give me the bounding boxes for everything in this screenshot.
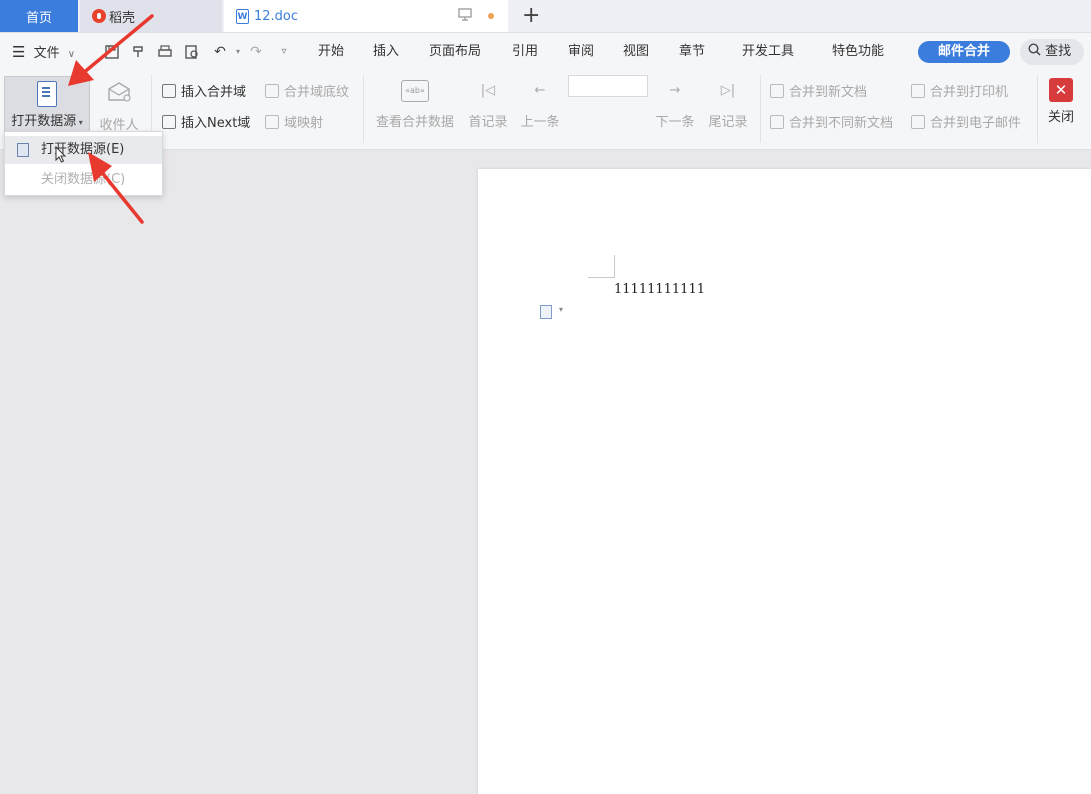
unsaved-dot-icon <box>488 13 494 19</box>
datasource-icon <box>17 143 29 157</box>
datasource-book-icon <box>37 81 57 107</box>
merge-to-new-doc-button[interactable]: 合并到新文档 <box>770 81 867 100</box>
search-icon <box>1028 43 1045 59</box>
title-tab-bar: 首页 稻壳 W 12.doc + <box>0 0 1091 33</box>
redo-icon[interactable]: ↷ <box>248 44 264 60</box>
margin-corner-mark <box>588 255 615 278</box>
annotation-arrow-icon <box>88 152 144 224</box>
shading-icon <box>265 83 279 98</box>
record-number-input[interactable] <box>568 75 648 97</box>
merge-to-printer-label: 合并到打印机 <box>930 85 1009 100</box>
merge-field-shading-label: 合并域底纹 <box>284 85 350 100</box>
paragraph-layout-icon[interactable] <box>540 305 552 319</box>
field-mapping-label: 域映射 <box>284 116 324 131</box>
arrow-right-icon: → <box>669 83 681 98</box>
file-menu-label: 文件 <box>33 46 60 61</box>
search-label: 查找 <box>1045 44 1072 59</box>
customize-toolbar-icon[interactable]: ▿ <box>276 44 292 60</box>
merge-to-new-doc-label: 合并到新文档 <box>789 85 868 100</box>
insert-next-field-button[interactable]: 插入Next域 <box>162 112 250 131</box>
email-icon <box>911 114 925 129</box>
field-mapping-button[interactable]: 域映射 <box>265 112 323 131</box>
prev-record-label: 上一条 <box>520 115 560 130</box>
last-record-button[interactable]: ▷| 尾记录 <box>704 80 752 130</box>
print-preview-icon[interactable] <box>184 44 200 60</box>
view-merged-data-button[interactable]: «ab» 查看合并数据 <box>372 80 458 130</box>
menu-bar: ☰ 文件 ∨ ↶ ▾ ↷ ▿ 开始 插入 页面布局 引用 审阅 视图 章节 开发… <box>0 33 1091 71</box>
ribbon-divider <box>760 75 761 143</box>
monitor-icon[interactable] <box>458 7 472 25</box>
menu-tab-developer[interactable]: 开发工具 <box>742 33 794 71</box>
next-record-button[interactable]: → 下一条 <box>652 80 698 130</box>
open-datasource-label: 打开数据源 ▾ <box>11 114 83 129</box>
first-record-label: 首记录 <box>468 115 508 130</box>
next-record-label: 下一条 <box>655 115 695 130</box>
merge-to-email-label: 合并到电子邮件 <box>930 116 1022 131</box>
menu-tab-review[interactable]: 审阅 <box>568 33 594 71</box>
merge-to-email-button[interactable]: 合并到电子邮件 <box>911 112 1021 131</box>
search-button[interactable]: 查找 <box>1020 39 1084 65</box>
insert-field-icon <box>162 83 176 98</box>
last-record-icon: ▷| <box>720 83 736 98</box>
document-text[interactable]: 11111111111 <box>614 282 705 297</box>
tab-document-label: 12.doc <box>254 8 299 24</box>
menu-tab-mail-merge[interactable]: 邮件合并 <box>918 41 1010 63</box>
close-label: 关闭 <box>1047 110 1074 125</box>
insert-merge-field-label: 插入合并域 <box>181 85 247 100</box>
close-mail-merge-button[interactable]: ✕ 关闭 <box>1046 78 1076 125</box>
hamburger-icon: ☰ <box>12 43 26 61</box>
menu-tab-references[interactable]: 引用 <box>512 33 538 71</box>
chevron-down-icon[interactable]: ▾ <box>559 305 563 314</box>
merge-new-doc-icon <box>770 83 784 98</box>
merge-diff-doc-icon <box>770 114 784 129</box>
last-record-label: 尾记录 <box>708 115 748 130</box>
field-mapping-icon <box>265 114 279 129</box>
merge-to-diff-doc-button[interactable]: 合并到不同新文档 <box>770 112 893 131</box>
mouse-cursor-icon <box>55 145 67 168</box>
document-page[interactable]: 11111111111 ▾ <box>478 169 1091 794</box>
view-merged-data-label: 查看合并数据 <box>375 115 454 130</box>
menu-tab-start[interactable]: 开始 <box>318 33 344 71</box>
insert-next-field-label: 插入Next域 <box>181 116 251 131</box>
arrow-left-icon: ← <box>534 83 546 98</box>
menu-tab-section[interactable]: 章节 <box>679 33 705 71</box>
word-doc-icon: W <box>236 8 249 24</box>
merge-to-printer-button[interactable]: 合并到打印机 <box>911 81 1008 100</box>
menu-tab-insert[interactable]: 插入 <box>373 33 399 71</box>
ribbon-divider <box>1037 75 1038 143</box>
tab-document[interactable]: W 12.doc <box>224 0 508 32</box>
menu-tab-page-layout[interactable]: 页面布局 <box>429 33 481 71</box>
abc-preview-icon: «ab» <box>401 80 429 102</box>
mail-merge-ribbon: 打开数据源 ▾ 收件人 插入合并域 合并域底纹 插入Next域 域映射 «ab»… <box>0 71 1091 150</box>
annotation-arrow-icon <box>68 14 154 86</box>
new-tab-button[interactable]: + <box>522 3 540 29</box>
undo-icon[interactable]: ↶ <box>212 44 228 60</box>
insert-merge-field-button[interactable]: 插入合并域 <box>162 81 246 100</box>
menu-tab-features[interactable]: 特色功能 <box>832 33 884 71</box>
next-field-icon <box>162 114 176 129</box>
close-icon: ✕ <box>1049 78 1073 102</box>
prev-record-button[interactable]: ← 上一条 <box>517 80 563 130</box>
menu-tab-view[interactable]: 视图 <box>623 33 649 71</box>
ribbon-divider <box>363 75 364 143</box>
undo-dropdown-icon[interactable]: ▾ <box>230 44 246 60</box>
first-record-icon: |◁ <box>480 83 496 98</box>
printer-icon <box>911 83 925 98</box>
merge-to-diff-doc-label: 合并到不同新文档 <box>789 116 894 131</box>
merge-field-shading-button[interactable]: 合并域底纹 <box>265 81 349 100</box>
first-record-button[interactable]: |◁ 首记录 <box>465 80 511 130</box>
